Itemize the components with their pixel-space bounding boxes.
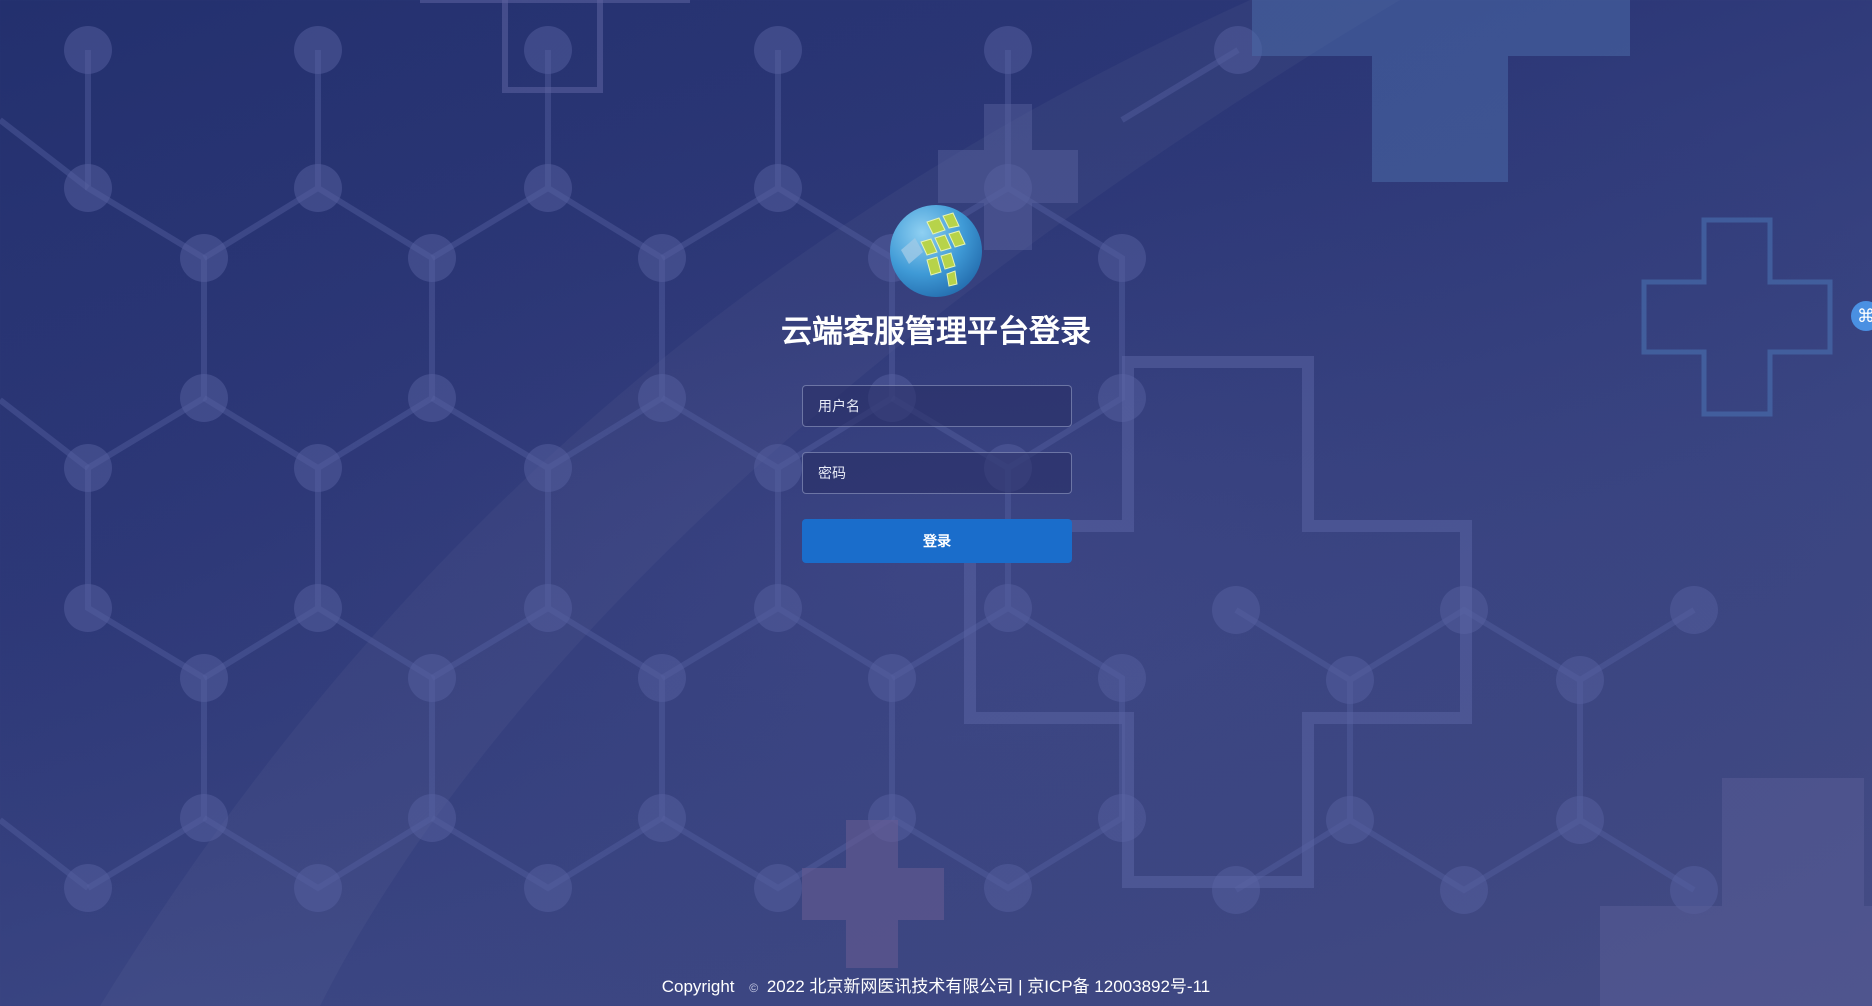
copyright-text: 2022 北京新网医讯技术有限公司 | 京ICP备 12003892号-11 <box>766 977 1211 996</box>
copyright-label: Copyright <box>661 977 735 996</box>
page-title: 云端客服管理平台登录 <box>781 314 1091 349</box>
login-button[interactable]: 登录 <box>802 519 1072 563</box>
username-input[interactable] <box>802 385 1072 427</box>
platform-logo <box>890 205 982 297</box>
background-pattern <box>0 0 1872 1006</box>
copyright-icon: © <box>749 981 759 995</box>
password-input[interactable] <box>802 452 1072 494</box>
footer: Copyright © 2022 北京新网医讯技术有限公司 | 京ICP备 12… <box>0 975 1872 1000</box>
